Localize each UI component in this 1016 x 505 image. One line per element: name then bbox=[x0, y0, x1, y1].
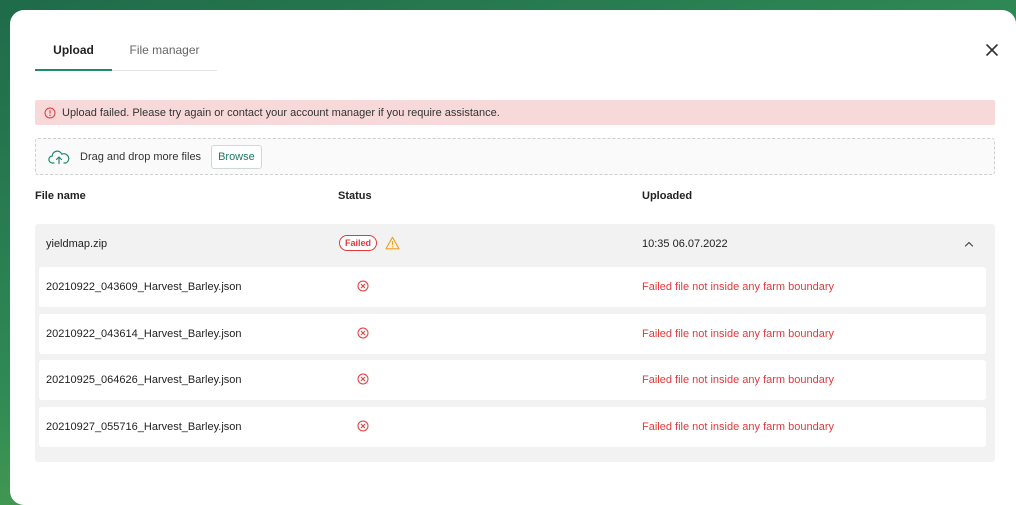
error-circle-icon bbox=[357, 327, 369, 339]
table-row[interactable]: 20210925_064626_Harvest_Barley.json Fail… bbox=[39, 360, 986, 400]
dropzone-text: Drag and drop more files bbox=[80, 150, 202, 163]
chevron-up-icon[interactable] bbox=[963, 238, 975, 250]
row-error-message: Failed file not inside any farm boundary bbox=[642, 374, 834, 386]
error-circle-icon bbox=[357, 373, 369, 385]
error-alert: Upload failed. Please try again or conta… bbox=[35, 100, 995, 125]
row-error-message: Failed file not inside any farm boundary bbox=[642, 281, 834, 293]
group-uploaded-time: 10:35 06.07.2022 bbox=[642, 238, 728, 250]
header-uploaded: Uploaded bbox=[642, 190, 693, 202]
table-header: File name Status Uploaded bbox=[35, 190, 995, 206]
dropzone[interactable]: Drag and drop more files Browse bbox=[35, 138, 995, 175]
tab-upload[interactable]: Upload bbox=[35, 38, 112, 71]
file-group: yieldmap.zip Failed 10:35 06.07.2022 202… bbox=[35, 224, 995, 462]
group-file-name: yieldmap.zip bbox=[46, 238, 108, 250]
group-row[interactable]: yieldmap.zip Failed 10:35 06.07.2022 bbox=[35, 224, 995, 264]
error-circle-icon bbox=[357, 280, 369, 292]
close-icon[interactable] bbox=[982, 40, 1002, 60]
row-file-name: 20210927_055716_Harvest_Barley.json bbox=[46, 421, 242, 433]
info-circle-icon bbox=[44, 107, 56, 119]
row-error-message: Failed file not inside any farm boundary bbox=[642, 328, 834, 340]
alert-text: Upload failed. Please try again or conta… bbox=[62, 106, 500, 119]
upload-modal: Upload File manager Upload failed. Pleas… bbox=[10, 10, 1016, 505]
group-status: Failed bbox=[339, 235, 400, 251]
browse-button[interactable]: Browse bbox=[211, 144, 262, 169]
row-error-message: Failed file not inside any farm boundary bbox=[642, 421, 834, 433]
tab-bar: Upload File manager bbox=[35, 38, 217, 71]
tab-file-manager[interactable]: File manager bbox=[112, 38, 217, 71]
header-status: Status bbox=[338, 190, 372, 202]
table-row[interactable]: 20210922_043614_Harvest_Barley.json Fail… bbox=[39, 314, 986, 354]
header-file-name: File name bbox=[35, 190, 86, 202]
cloud-upload-icon bbox=[48, 149, 70, 165]
row-file-name: 20210922_043614_Harvest_Barley.json bbox=[46, 328, 242, 340]
error-circle-icon bbox=[357, 420, 369, 432]
table-row[interactable]: 20210922_043609_Harvest_Barley.json Fail… bbox=[39, 267, 986, 307]
table-row[interactable]: 20210927_055716_Harvest_Barley.json Fail… bbox=[39, 407, 986, 447]
status-badge: Failed bbox=[339, 235, 378, 251]
row-file-name: 20210922_043609_Harvest_Barley.json bbox=[46, 281, 242, 293]
row-file-name: 20210925_064626_Harvest_Barley.json bbox=[46, 374, 242, 386]
warning-icon bbox=[385, 236, 400, 250]
